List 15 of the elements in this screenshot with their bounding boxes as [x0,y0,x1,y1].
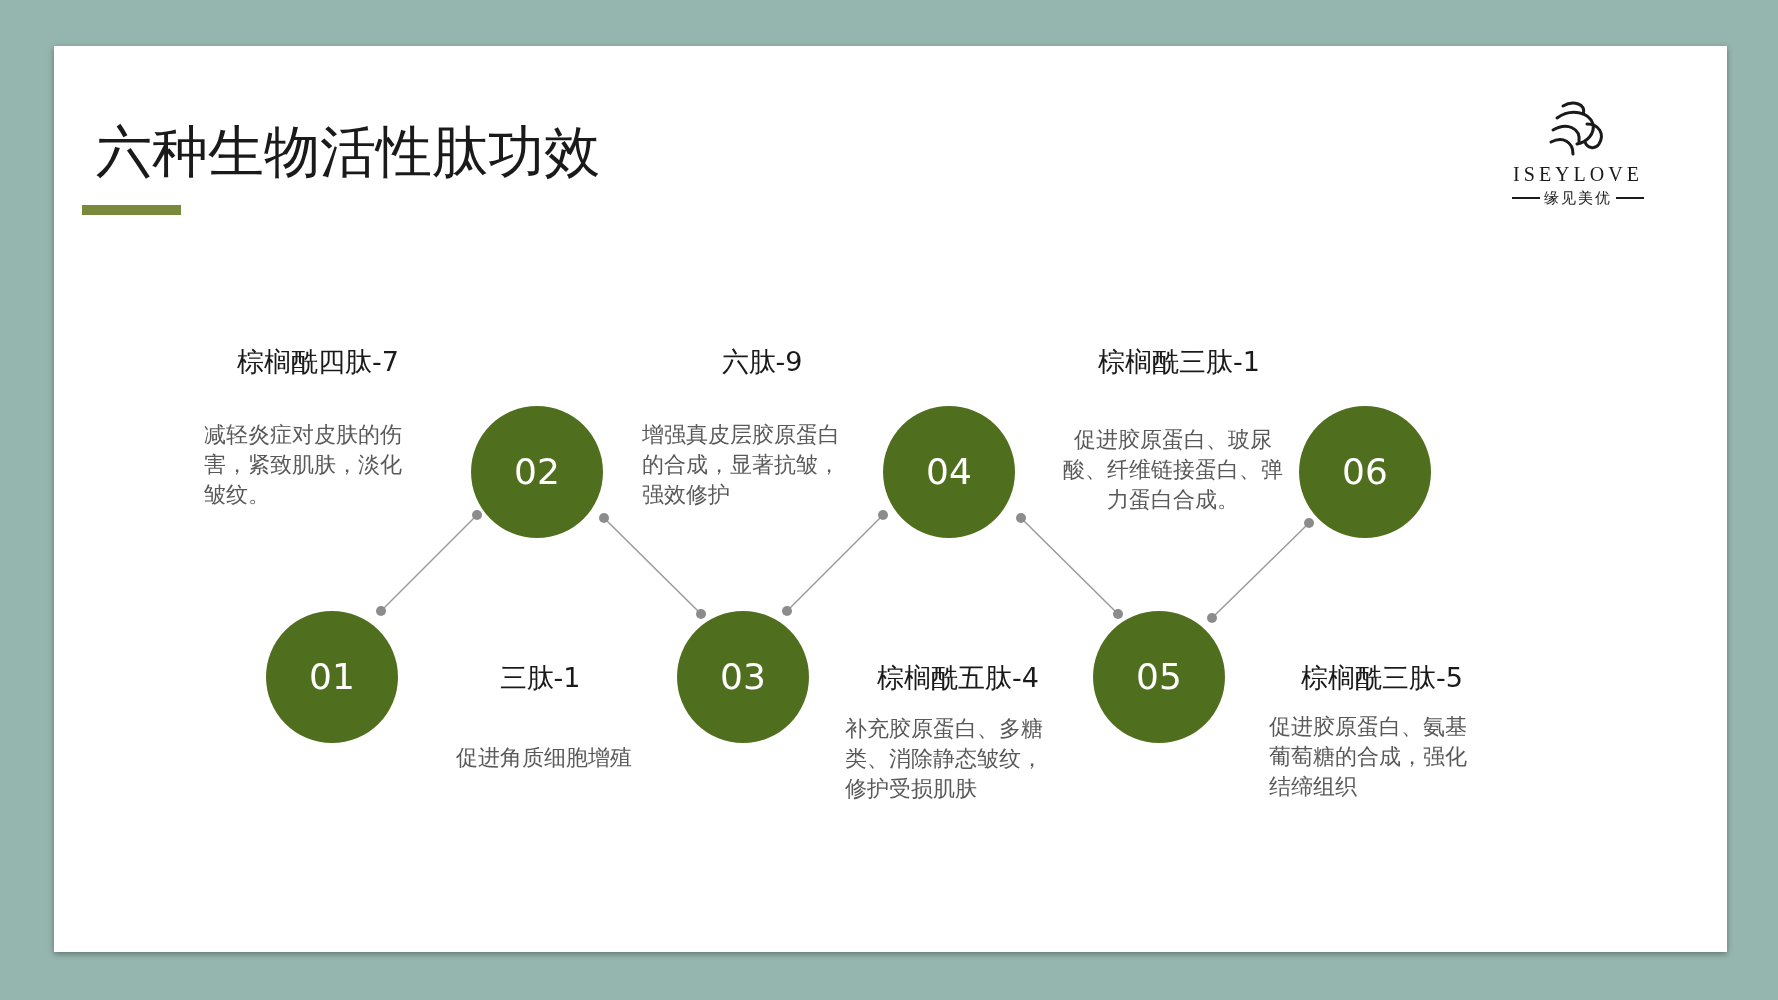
step-title: 棕榈酰五肽-4 [877,663,1039,691]
step-description: 减轻炎症对皮肤的伤害，紧致肌肤，淡化皱纹。 [204,421,403,509]
step-description: 增强真皮层胶原蛋白的合成，显著抗皱，强效修护 [642,421,841,509]
brand-name: ISEYLOVE [1513,162,1643,187]
step-title: 棕榈酰四肽-7 [237,347,399,375]
step-title: 棕榈酰三肽-5 [1301,663,1463,691]
step-title: 六肽-9 [721,347,803,375]
step-title: 三肽-1 [499,663,581,691]
step-description: 促进胶原蛋白、玻尿酸、纤维链接蛋白、弹力蛋白合成。 [1062,426,1284,514]
step-description: 促进角质细胞增殖 [455,744,633,772]
step-description: 促进胶原蛋白、氨基葡萄糖的合成，强化结缔组织 [1269,713,1468,801]
slide-title: 六种生物活性肽功效 [96,124,600,180]
step-title: 棕榈酰三肽-1 [1098,347,1260,375]
step-description: 补充胶原蛋白、多糖类、消除静态皱纹，修护受损肌肤 [845,715,1044,803]
brand-tagline: 缘见美优 [1544,188,1612,209]
